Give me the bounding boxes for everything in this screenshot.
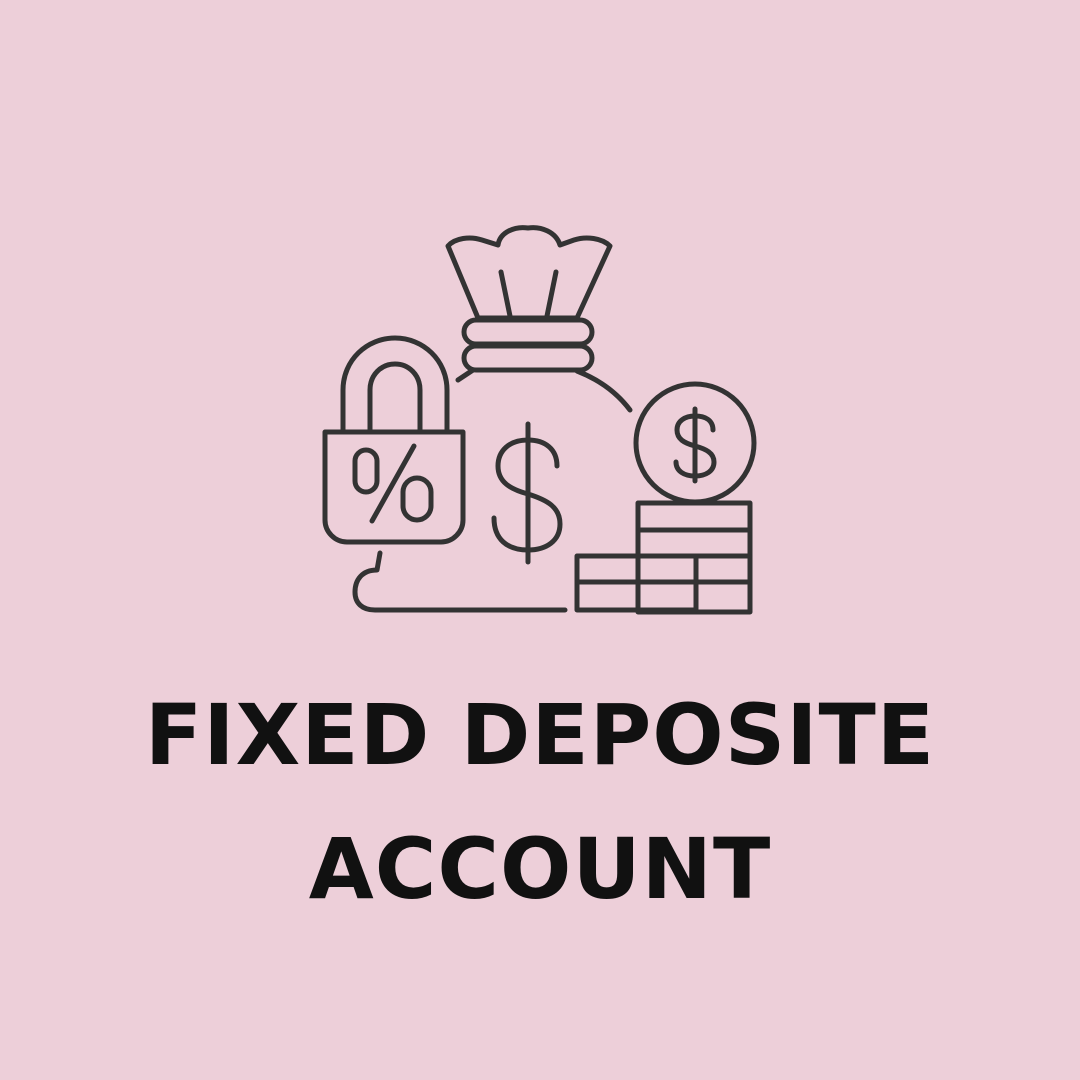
title-line-2: ACCOUNT [308,820,772,918]
fixed-deposit-illustration [300,220,780,630]
title-line-1: FIXED DEPOSITE [144,686,936,784]
poster-canvas: FIXED DEPOSITE ACCOUNT [0,0,1080,1080]
padlock-percent-icon [322,335,466,545]
coin-stack-icon [574,381,757,615]
money-bag-icon [352,225,633,613]
